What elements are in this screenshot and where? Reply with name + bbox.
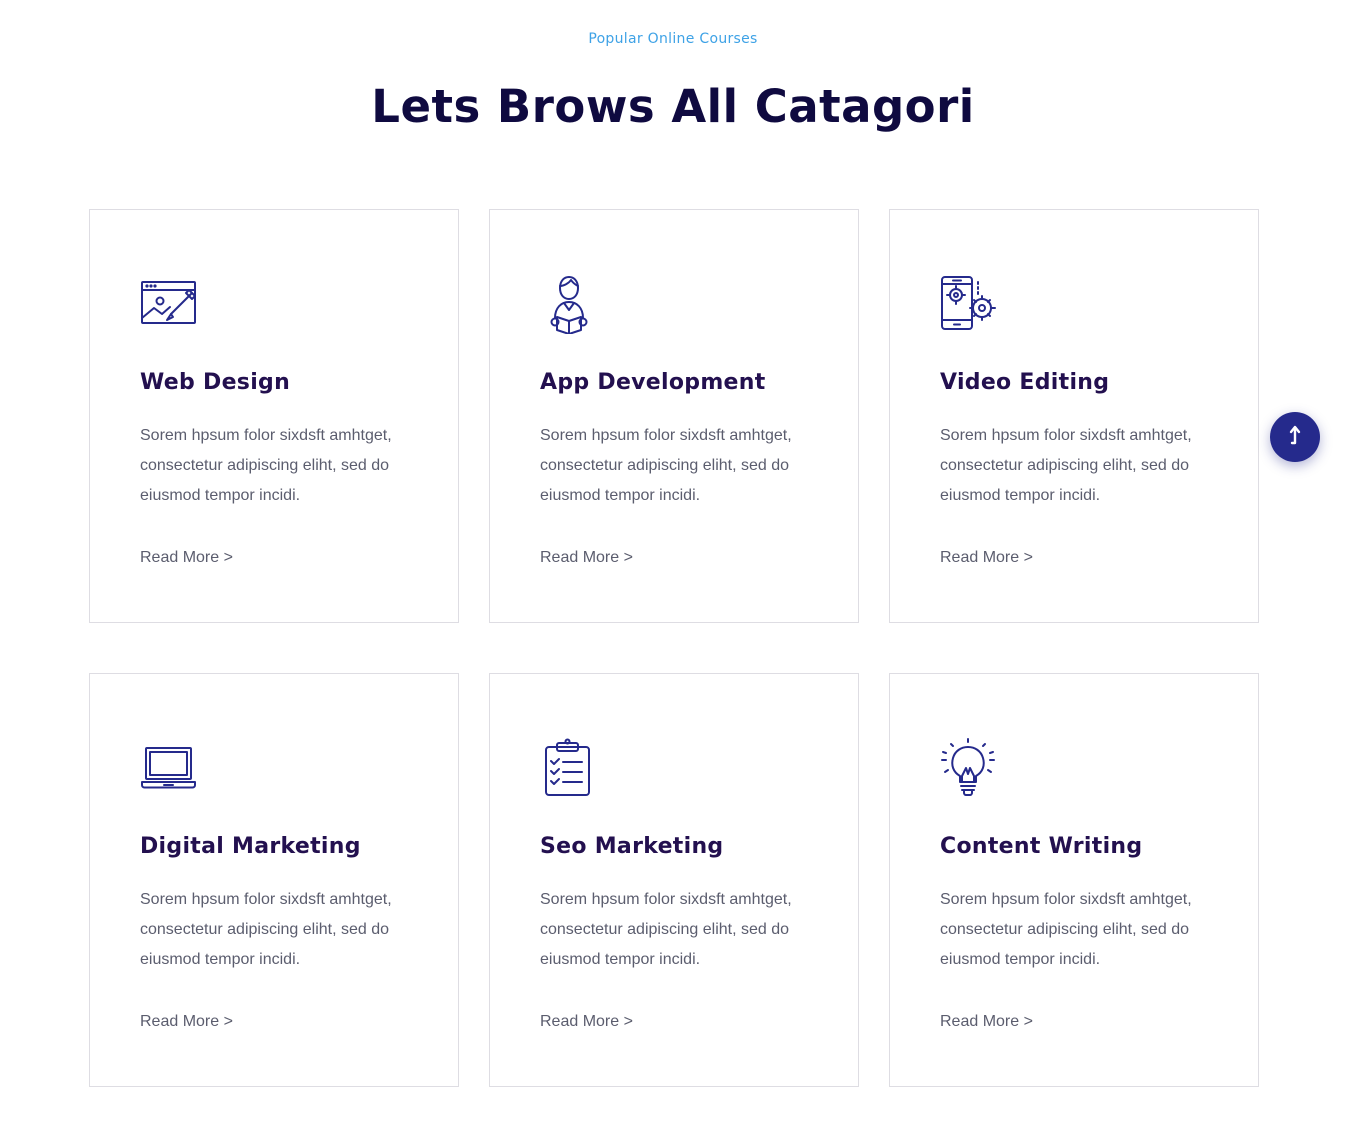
card-description: Sorem hpsum folor sixdsft amhtget, conse…: [940, 427, 1192, 504]
category-card-seo-marketing: Seo Marketing Sorem hpsum folor sixdsft …: [489, 673, 859, 1087]
lightbulb-icon: [940, 738, 1000, 798]
card-title: Digital Marketing: [140, 834, 361, 859]
app-development-icon: [540, 274, 600, 334]
card-title: Content Writing: [940, 834, 1143, 859]
web-design-icon: [140, 274, 200, 334]
laptop-icon: [140, 738, 200, 798]
card-description: Sorem hpsum folor sixdsft amhtget, conse…: [540, 891, 792, 968]
read-more-link[interactable]: Read More >: [140, 549, 233, 567]
clipboard-checklist-icon: [540, 738, 600, 798]
category-grid: Web Design Sorem hpsum folor sixdsft amh…: [89, 209, 1259, 1087]
card-description: Sorem hpsum folor sixdsft amhtget, conse…: [140, 891, 392, 968]
category-card-app-development: App Development Sorem hpsum folor sixdsf…: [489, 209, 859, 623]
card-description: Sorem hpsum folor sixdsft amhtget, conse…: [540, 427, 792, 504]
category-card-digital-marketing: Digital Marketing Sorem hpsum folor sixd…: [89, 673, 459, 1087]
category-card-content-writing: Content Writing Sorem hpsum folor sixdsf…: [889, 673, 1259, 1087]
category-card-web-design: Web Design Sorem hpsum folor sixdsft amh…: [89, 209, 459, 623]
scroll-to-top-button[interactable]: [1270, 412, 1320, 462]
category-card-video-editing: Video Editing Sorem hpsum folor sixdsft …: [889, 209, 1259, 623]
card-title: Seo Marketing: [540, 834, 724, 859]
read-more-link[interactable]: Read More >: [540, 1013, 633, 1031]
video-editing-icon: [940, 274, 1000, 334]
card-description: Sorem hpsum folor sixdsft amhtget, conse…: [140, 427, 392, 504]
read-more-link[interactable]: Read More >: [940, 549, 1033, 567]
card-description: Sorem hpsum folor sixdsft amhtget, conse…: [940, 891, 1192, 968]
read-more-link[interactable]: Read More >: [540, 549, 633, 567]
section-subtitle: Popular Online Courses: [588, 31, 758, 47]
read-more-link[interactable]: Read More >: [140, 1013, 233, 1031]
card-title: Web Design: [140, 370, 291, 395]
card-title: App Development: [540, 370, 766, 395]
arrow-up-icon: [1284, 424, 1306, 451]
read-more-link[interactable]: Read More >: [940, 1013, 1033, 1031]
card-title: Video Editing: [940, 370, 1110, 395]
section-title: Lets Brows All Catagori: [371, 80, 975, 133]
